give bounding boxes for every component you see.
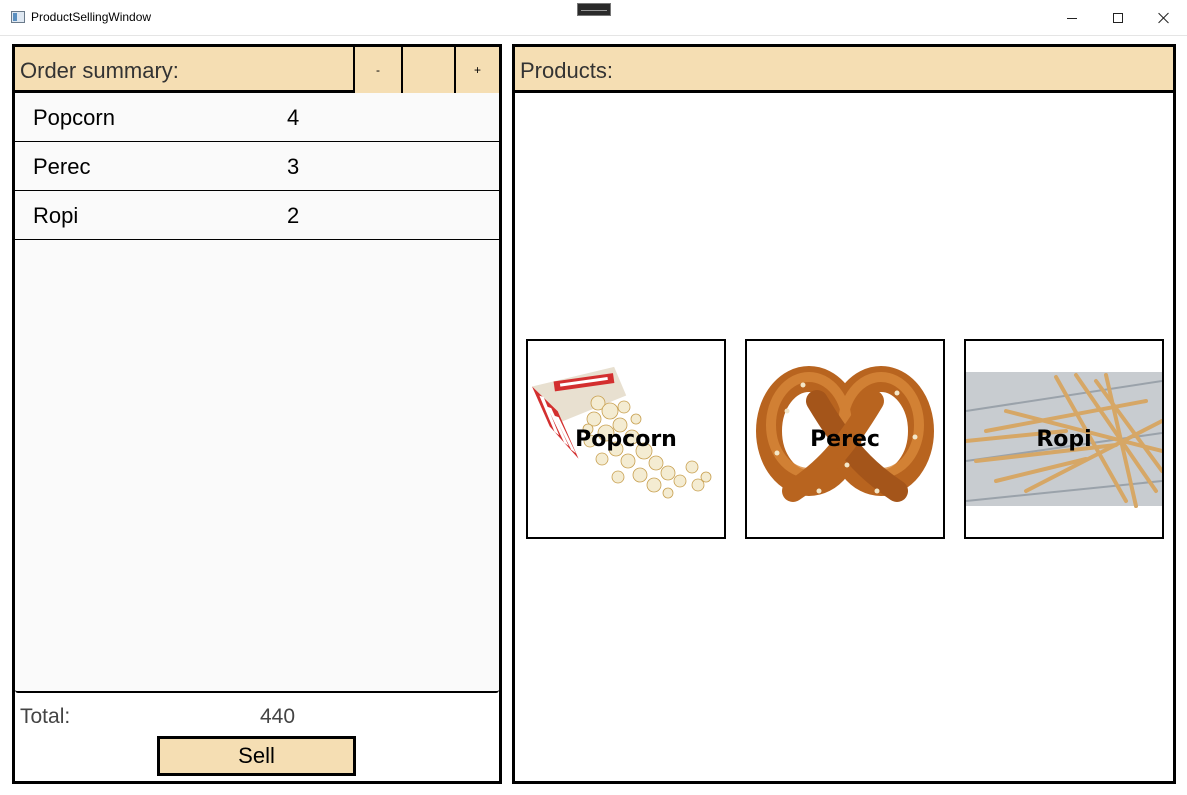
products-panel: Products: Popcorn Perec Ropi (512, 44, 1176, 784)
sell-button[interactable]: Sell (157, 736, 356, 776)
order-item-qty: 2 (287, 203, 300, 228)
product-label: Ropi (1036, 427, 1092, 452)
order-row-ropi[interactable]: Ropi 2 (15, 191, 499, 240)
maximize-button[interactable] (1095, 0, 1141, 36)
product-card-perec[interactable]: Perec (745, 339, 945, 539)
order-item-name: Popcorn (33, 105, 115, 130)
window-title: ProductSellingWindow (31, 10, 152, 24)
order-item-qty: 4 (287, 105, 300, 130)
title-bar: ProductSellingWindow (0, 0, 1187, 36)
product-card-ropi[interactable]: Ropi (964, 339, 1164, 539)
middle-button[interactable] (401, 47, 454, 93)
order-summary-panel: Order summary: - + Popcorn 4 Perec 3 Rop… (12, 44, 502, 784)
debug-toolbar-icon[interactable] (577, 3, 611, 16)
decrease-button[interactable]: - (353, 47, 401, 93)
order-item-qty: 3 (287, 154, 300, 179)
increase-button[interactable]: + (454, 47, 499, 93)
total-value: 440 (260, 705, 296, 728)
product-label: Popcorn (575, 427, 677, 452)
total-label: Total: (20, 705, 71, 728)
order-summary-header: Order summary: - + (15, 47, 499, 93)
app-icon (11, 11, 25, 23)
product-label: Perec (810, 427, 880, 452)
products-header: Products: (515, 47, 1173, 93)
order-row-popcorn[interactable]: Popcorn 4 (15, 93, 499, 142)
order-item-name: Ropi (33, 203, 79, 228)
products-title: Products: (520, 58, 613, 83)
product-card-popcorn[interactable]: Popcorn (526, 339, 726, 539)
minimize-icon (1067, 17, 1077, 19)
order-row-perec[interactable]: Perec 3 (15, 142, 499, 191)
order-list[interactable]: Popcorn 4 Perec 3 Ropi 2 (15, 93, 499, 693)
order-item-name: Perec (33, 154, 91, 179)
close-button[interactable] (1141, 0, 1187, 36)
order-summary-title: Order summary: (20, 58, 179, 83)
maximize-icon (1113, 13, 1123, 23)
close-icon (1158, 12, 1170, 24)
minimize-button[interactable] (1049, 0, 1095, 36)
